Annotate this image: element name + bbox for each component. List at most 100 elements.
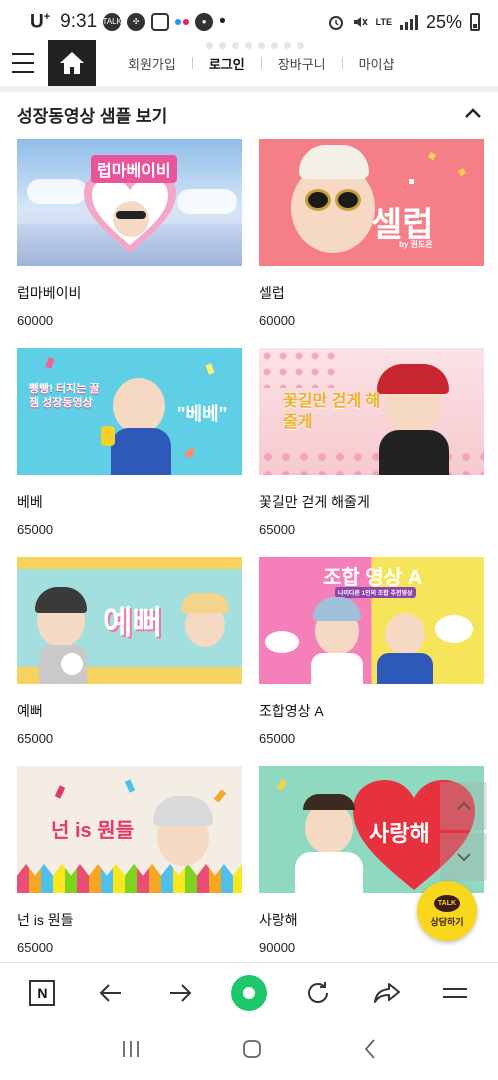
product-thumbnail[interactable]: 조합 영상 A 나이다른 1인의 조합 추천영상	[259, 557, 484, 684]
browser-menu-button[interactable]	[435, 973, 475, 1013]
red-hat	[377, 364, 449, 394]
product-thumbnail[interactable]: 럽마베이비	[17, 139, 242, 266]
thumbnail-title: 사랑해	[369, 821, 430, 846]
thumbnail-title: 조합 영상 A	[323, 567, 423, 589]
arrow-left-icon	[99, 983, 122, 1002]
product-price: 60000	[17, 313, 54, 328]
product-card[interactable]: 빵빵! 터지는 꿀잼 성장동영상 "베베" 베베 65000	[17, 348, 242, 537]
knit-hat	[153, 796, 213, 826]
menu-button[interactable]	[0, 40, 46, 86]
talk-notification-icon: TALK	[102, 12, 122, 31]
confetti	[54, 785, 66, 799]
recent-apps-icon	[122, 1040, 139, 1057]
carrier-label: U+	[30, 10, 51, 33]
scroll-down-button[interactable]	[440, 833, 487, 881]
baby-jacket	[377, 653, 433, 684]
green-dot-icon	[230, 974, 267, 1011]
product-name[interactable]: 꽃길만 걷게 해줄게	[259, 492, 484, 512]
baby-jacket	[111, 428, 171, 475]
site-header: 회원가입 로그인 장바구니 마이샵	[0, 40, 498, 86]
chevron-down-icon	[456, 853, 471, 862]
baby-hat	[35, 587, 87, 613]
kakao-label: 상담하기	[430, 916, 464, 927]
confetti	[457, 167, 467, 177]
baby-face	[385, 613, 425, 655]
sunglasses-right	[335, 189, 361, 211]
confetti	[205, 363, 215, 375]
recent-apps-button[interactable]	[121, 1040, 141, 1063]
product-name[interactable]: 조합영상 A	[259, 701, 484, 721]
signal-icon	[399, 14, 418, 30]
nav-signup[interactable]: 회원가입	[112, 54, 192, 73]
naver-home-button[interactable]: N	[22, 973, 62, 1013]
status-right: LTE 25%	[328, 12, 480, 33]
home-button[interactable]	[48, 40, 96, 86]
kakao-consult-button[interactable]: TALK 상담하기	[417, 881, 477, 941]
header-divider	[0, 86, 498, 92]
baby-face	[113, 201, 149, 237]
collapse-button[interactable]	[462, 104, 484, 122]
product-card[interactable]: 셀럽 by 권도은 셀럽 60000	[259, 139, 484, 328]
nav-cart[interactable]: 장바구니	[262, 54, 342, 73]
product-price: 65000	[259, 522, 296, 537]
product-card[interactable]: 예뻐 예뻐 65000	[17, 557, 242, 746]
confetti	[409, 179, 414, 184]
product-thumbnail[interactable]: 셀럽 by 권도은	[259, 139, 484, 266]
thumbnail-subtitle: 나이다른 1인의 조합 추천영상	[335, 587, 416, 598]
product-card[interactable]: 조합 영상 A 나이다른 1인의 조합 추천영상 조합영상 A 65000	[259, 557, 484, 746]
chat-notification-icon: ●	[195, 12, 214, 31]
back-button[interactable]	[91, 973, 131, 1013]
network-type: LTE	[375, 17, 392, 27]
share-button[interactable]	[367, 973, 407, 1013]
product-price: 65000	[17, 731, 54, 746]
scroll-up-button[interactable]	[440, 782, 487, 830]
product-thumbnail[interactable]: 빵빵! 터지는 꿀잼 성장동영상 "베베"	[17, 348, 242, 475]
product-card[interactable]: 꽃길만 걷게 해줄게 꽃길만 걷게 해줄게 65000	[259, 348, 484, 537]
share-icon	[373, 982, 400, 1003]
product-name[interactable]: 넌 is 뭔들	[17, 910, 242, 930]
sunglasses-left	[305, 189, 331, 211]
nav-login[interactable]: 로그인	[193, 54, 261, 73]
top-nav: 회원가입 로그인 장바구니 마이샵	[112, 54, 498, 73]
speech-bubble	[435, 615, 473, 643]
fan-app-icon: ✣	[127, 12, 146, 31]
thumbnail-title: 넌 is 뭔들	[51, 820, 134, 842]
product-price: 90000	[259, 940, 296, 955]
flickr-icon	[175, 18, 190, 25]
back-nav-button[interactable]	[363, 1038, 377, 1065]
product-name[interactable]: 럽마베이비	[17, 283, 242, 303]
confetti	[276, 779, 288, 791]
home-nav-button[interactable]	[242, 1039, 262, 1064]
nav-myshop[interactable]: 마이샵	[343, 54, 411, 73]
page-indicator	[206, 42, 304, 49]
product-name[interactable]: 예뻐	[17, 701, 242, 721]
thumbnail-subtitle: 빵빵! 터지는 꿀잼 성장동영상	[29, 383, 100, 410]
instagram-icon	[151, 12, 170, 31]
baby-shirt	[295, 852, 363, 893]
cloud	[177, 189, 237, 214]
product-thumbnail[interactable]: 예뻐	[17, 557, 242, 684]
product-thumbnail[interactable]: 넌 is 뭔들	[17, 766, 242, 893]
product-price: 65000	[17, 940, 54, 955]
product-name[interactable]: 셀럽	[259, 283, 484, 303]
thumbnail-title: 꽃길만 걷게 해줄게	[283, 393, 381, 431]
product-card[interactable]: 넌 is 뭔들 넌 is 뭔들 65000	[17, 766, 242, 955]
sunglasses	[116, 211, 146, 219]
blonde-wig	[181, 593, 229, 613]
baby-shirt	[311, 653, 363, 684]
green-dot-button[interactable]	[229, 973, 269, 1013]
product-name[interactable]: 베베	[17, 492, 242, 512]
forward-button[interactable]	[160, 973, 200, 1013]
browser-toolbar: N	[0, 962, 498, 1022]
refresh-icon	[307, 981, 328, 1003]
home-icon	[60, 52, 84, 74]
reload-button[interactable]	[298, 973, 338, 1013]
clock: 9:31	[60, 10, 98, 32]
more-notifications-dot: •	[219, 10, 226, 32]
product-card[interactable]: 럽마베이비 럽마베이비 60000	[17, 139, 242, 328]
product-price: 65000	[17, 522, 54, 537]
baby-face	[113, 378, 165, 434]
product-thumbnail[interactable]: 꽃길만 걷게 해줄게	[259, 348, 484, 475]
kakao-talk-icon: TALK	[434, 894, 460, 912]
hamburger-icon	[443, 987, 468, 998]
